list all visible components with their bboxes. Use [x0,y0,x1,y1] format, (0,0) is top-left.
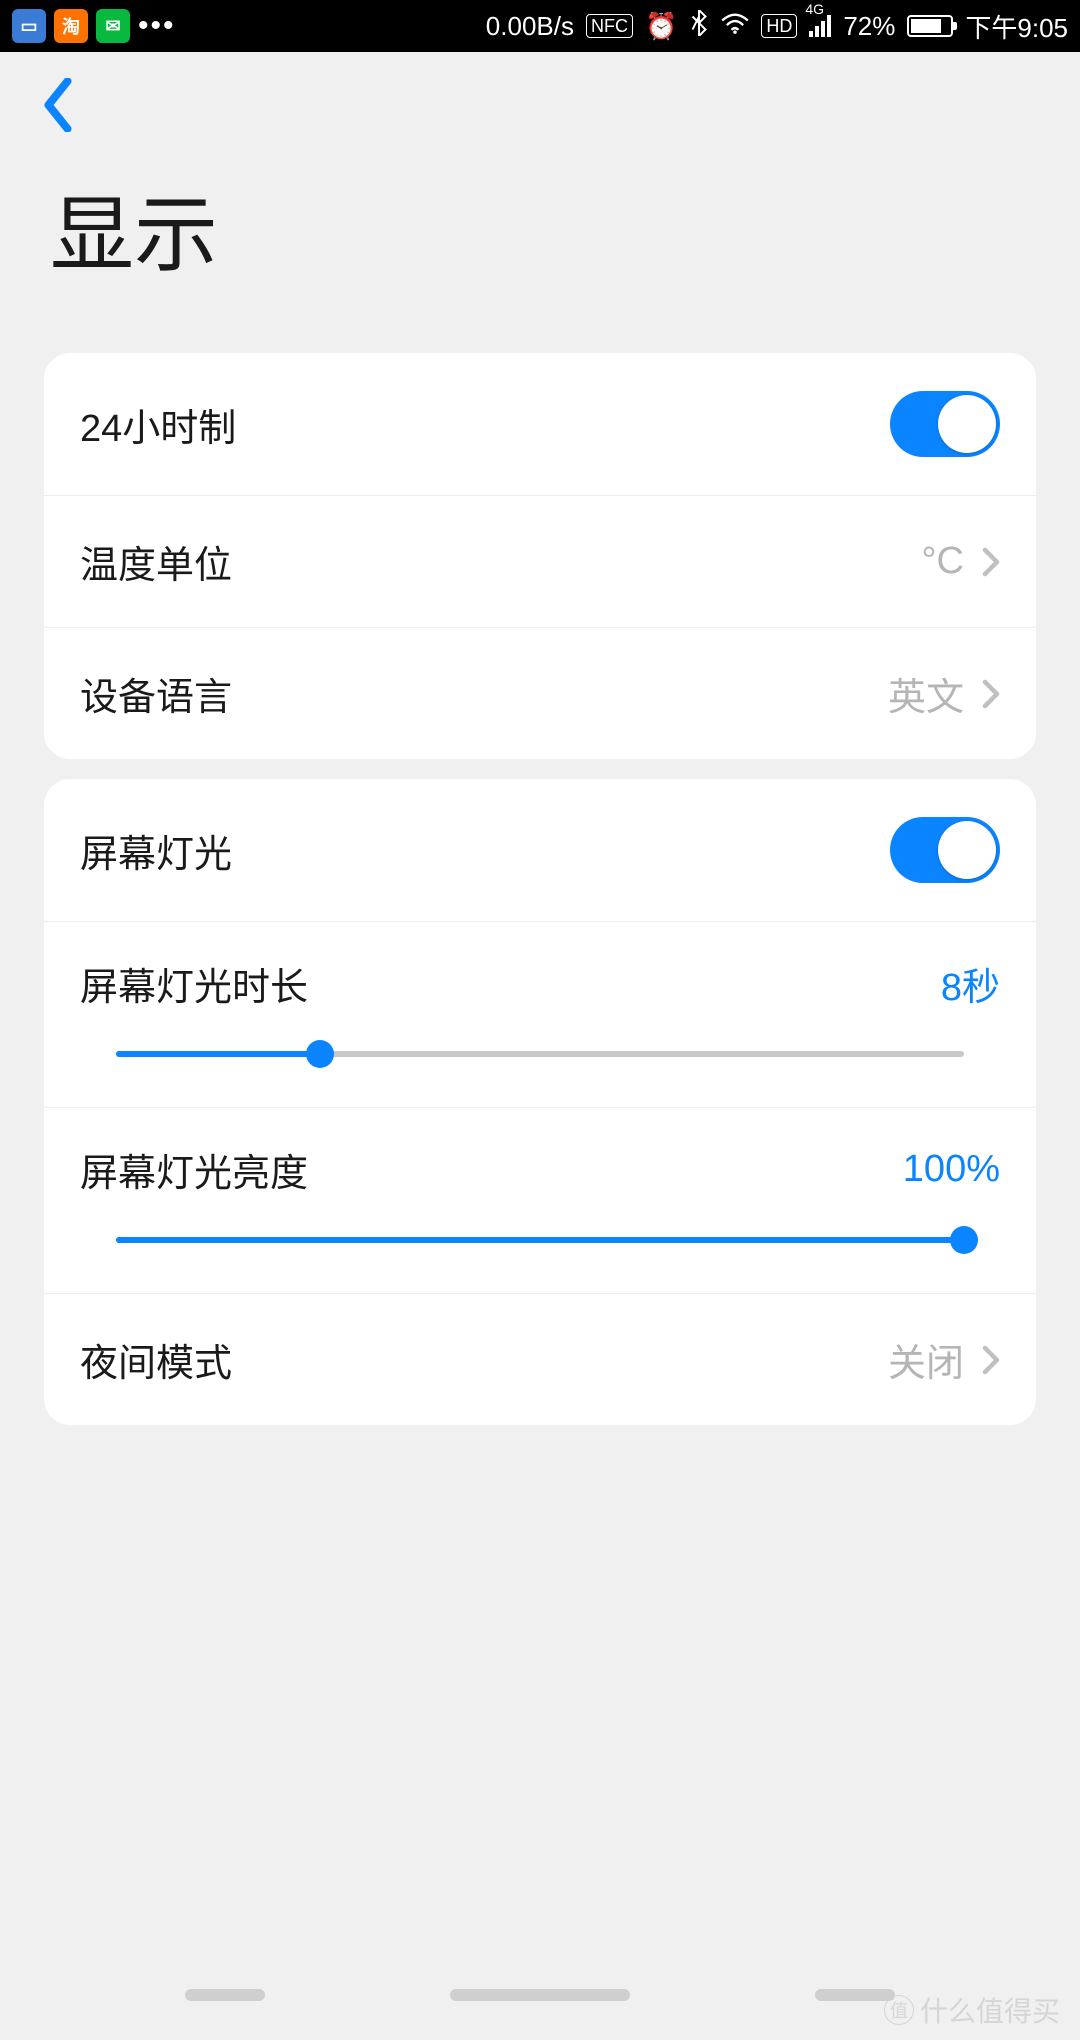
chevron-right-icon [982,547,1000,577]
row-temp-unit-label: 温度单位 [80,534,921,589]
more-apps-icon: ••• [138,9,176,43]
bluetooth-icon [689,10,709,43]
settings-group-screen: 屏幕灯光 屏幕灯光时长 8秒 屏幕灯光亮度 100% 夜间模式 关闭 [44,779,1036,1425]
app-icon-1: ▭ [12,9,46,43]
clock-time: 下午9:05 [965,8,1068,45]
android-nav-bar [0,1950,1080,2040]
row-24hour: 24小时制 [44,353,1036,495]
row-night-mode-label: 夜间模式 [80,1332,888,1387]
row-light-brightness-label: 屏幕灯光亮度 [80,1142,903,1197]
row-temp-unit[interactable]: 温度单位 °C [44,495,1036,627]
alarm-icon: ⏰ [645,11,677,42]
row-device-language-label: 设备语言 [80,666,888,721]
wifi-icon [721,11,749,42]
page-title: 显示 [0,132,1080,333]
nav-recents[interactable] [815,1989,895,2001]
hd-icon: HD [761,14,797,38]
toggle-24hour[interactable] [890,391,1000,457]
row-light-duration-value: 8秒 [941,956,1000,1011]
row-light-duration: 屏幕灯光时长 8秒 [44,921,1036,1107]
row-light-brightness-value: 100% [903,1148,1000,1191]
toggle-screen-light[interactable] [890,817,1000,883]
chevron-right-icon [982,1345,1000,1375]
slider-light-duration[interactable] [116,1051,964,1057]
row-temp-unit-value: °C [921,540,964,583]
chevron-right-icon [982,679,1000,709]
nfc-icon: NFC [586,14,633,38]
network-speed: 0.00B/s [486,11,574,42]
row-device-language[interactable]: 设备语言 英文 [44,627,1036,759]
row-light-brightness: 屏幕灯光亮度 100% [44,1107,1036,1293]
back-button[interactable] [40,78,76,132]
signal-icon: 4G [809,15,831,37]
network-type: 4G [805,1,824,17]
row-night-mode-value: 关闭 [888,1332,964,1387]
battery-icon [907,15,953,37]
settings-group-general: 24小时制 温度单位 °C 设备语言 英文 [44,353,1036,759]
row-device-language-value: 英文 [888,666,964,721]
row-light-duration-label: 屏幕灯光时长 [80,956,941,1011]
slider-light-brightness[interactable] [116,1237,964,1243]
nav-home[interactable] [450,1989,630,2001]
app-icon-wechat: ✉ [96,9,130,43]
nav-back[interactable] [185,1989,265,2001]
row-screen-light-label: 屏幕灯光 [80,823,890,878]
app-icon-taobao: 淘 [54,9,88,43]
row-screen-light: 屏幕灯光 [44,779,1036,921]
row-24hour-label: 24小时制 [80,397,890,452]
row-night-mode[interactable]: 夜间模式 关闭 [44,1293,1036,1425]
battery-percent: 72% [843,11,895,42]
status-bar: ▭ 淘 ✉ ••• 0.00B/s NFC ⏰ HD 4G 72% 下午9:05 [0,0,1080,52]
